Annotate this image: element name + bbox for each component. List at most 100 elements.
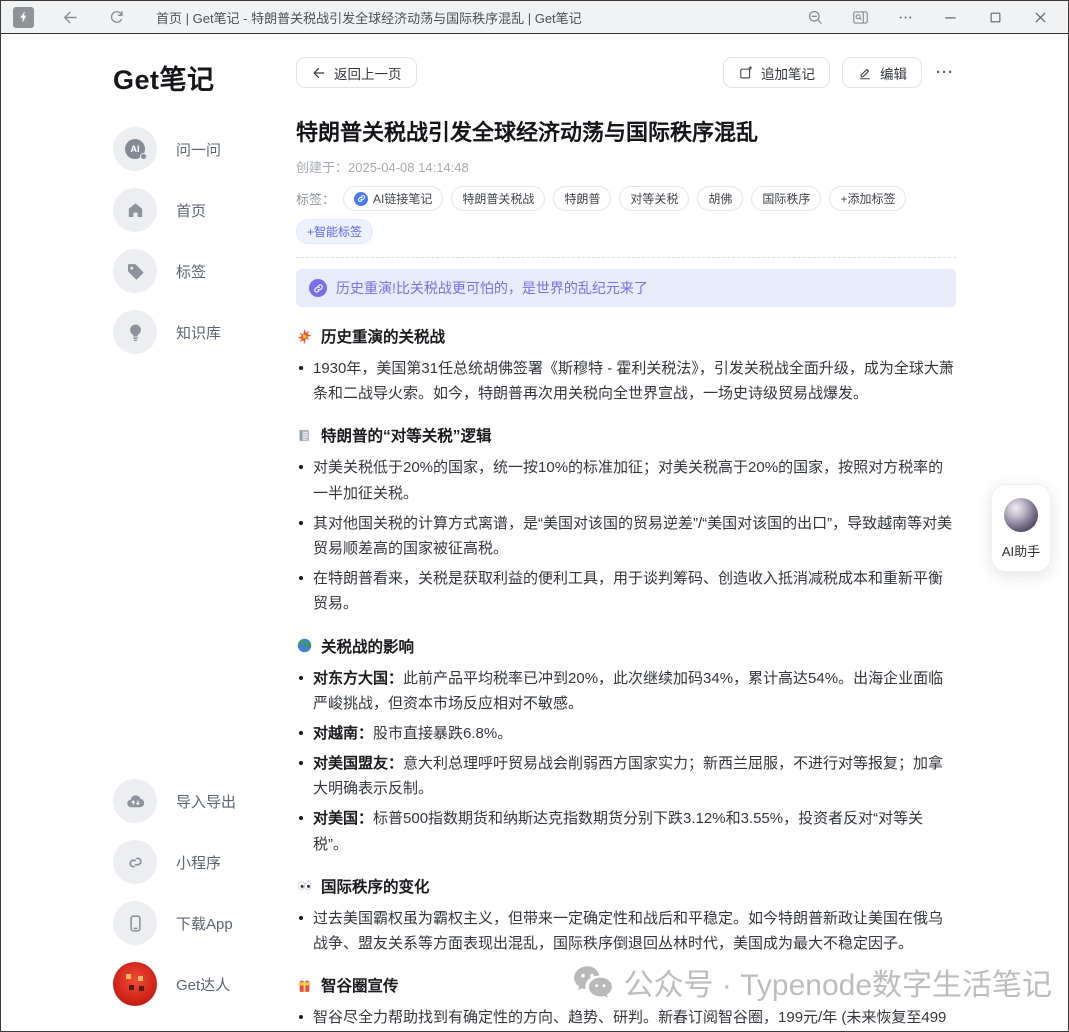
tag-label: 胡佛 bbox=[708, 190, 732, 207]
section-bullet-list: 对美关税低于20%的国家，统一按10%的标准加征；对美关税高于20%的国家，按照… bbox=[296, 455, 956, 616]
bullet-item: 1930年，美国第31任总统胡佛签署《斯穆特 - 霍利关税法》，引发关税战全面升… bbox=[296, 356, 956, 406]
sidebar-item-download-app[interactable]: 下载App bbox=[113, 901, 296, 945]
tags-label: 标签： bbox=[296, 189, 335, 208]
tag-label: 特朗普关税战 bbox=[462, 190, 534, 207]
append-note-label: 追加笔记 bbox=[761, 63, 815, 83]
bullet-lead: 对越南： bbox=[313, 725, 373, 742]
sidebar-item-label: 下载App bbox=[176, 913, 233, 934]
section-bullet-list: 过去美国霸权虽为霸权主义，但带来一定确定性和战后和平稳定。如今特朗普新政让美国在… bbox=[296, 906, 956, 956]
bullet-item: 对美关税低于20%的国家，统一按10%的标准加征；对美关税高于20%的国家，按照… bbox=[296, 455, 956, 505]
app-logo: Get笔记 bbox=[113, 58, 296, 97]
browser-titlebar: 首页 | Get笔记 - 特朗普关税战引发全球经济动荡与国际秩序混乱 | Get… bbox=[1, 1, 1068, 34]
tag-label: 国际秩序 bbox=[762, 190, 810, 207]
bullet-item: 其对他国关税的计算方式离谱，是“美国对该国的贸易逆差”/“美国对该国的出口”，导… bbox=[296, 511, 956, 561]
maximize-icon[interactable] bbox=[981, 4, 1009, 30]
bullet-text: 智谷尽全力帮助找到有确定性的方向、趋势、研判。新春订阅智谷圈，199元/年 (未… bbox=[313, 1009, 946, 1032]
back-to-previous-button[interactable]: 返回上一页 bbox=[296, 57, 417, 88]
section-header: 关税战的影响 bbox=[296, 635, 956, 657]
ai-assistant-label: AI助手 bbox=[1002, 541, 1040, 560]
sidebar-item-label: 小程序 bbox=[176, 852, 221, 873]
note-section: 历史重演的关税战 1930年，美国第31任总统胡佛签署《斯穆特 - 霍利关税法》，… bbox=[296, 325, 956, 406]
gift-icon bbox=[296, 977, 313, 994]
sidebar-item-mini-program[interactable]: 小程序 bbox=[113, 840, 296, 884]
created-timestamp: 2025-04-08 14:14:48 bbox=[348, 160, 469, 175]
section-title: 特朗普的“对等关税”逻辑 bbox=[321, 424, 492, 446]
titlebar-controls bbox=[801, 4, 1054, 30]
section-title: 关税战的影响 bbox=[321, 635, 414, 657]
sidebar-item-ask[interactable]: AI问一问 bbox=[113, 127, 296, 171]
tag-pill[interactable]: 国际秩序 bbox=[751, 186, 821, 211]
source-link-quote[interactable]: 历史重演!比关税战更可怕的，是世界的乱纪元来了 bbox=[296, 269, 956, 307]
dashed-divider bbox=[296, 257, 956, 258]
cloud-icon bbox=[113, 779, 157, 823]
tag-pill[interactable]: 胡佛 bbox=[697, 186, 743, 211]
section-title: 智谷圈宣传 bbox=[321, 974, 399, 996]
browser-more-icon[interactable] bbox=[891, 4, 919, 30]
section-title: 国际秩序的变化 bbox=[321, 875, 430, 897]
browser-refresh-button[interactable] bbox=[102, 4, 130, 30]
close-icon[interactable] bbox=[1026, 4, 1054, 30]
bullet-item: 对越南：股市直接暴跌6.8%。 bbox=[296, 721, 956, 746]
link-icon bbox=[354, 192, 368, 206]
bullet-item: 对美国盟友：意大利总理呼吁贸易战会削弱西方国家实力；新西兰屈服，不进行对等报复；… bbox=[296, 751, 956, 801]
zoom-out-icon[interactable] bbox=[801, 4, 829, 30]
edit-button-label: 编辑 bbox=[880, 63, 907, 83]
edit-button[interactable]: 编辑 bbox=[842, 57, 922, 88]
sidebar-item-label: 标签 bbox=[176, 261, 206, 282]
bullet-lead: 对美国盟友： bbox=[313, 755, 403, 772]
app-window: 首页 | Get笔记 - 特朗普关税战引发全球经济动荡与国际秩序混乱 | Get… bbox=[0, 0, 1069, 1032]
note-more-button[interactable]: ··· bbox=[934, 64, 956, 81]
sidebar-item-get-daren[interactable]: Get达人 bbox=[113, 962, 296, 1006]
search-panel-icon[interactable] bbox=[846, 4, 874, 30]
sidebar-item-tags[interactable]: 标签 bbox=[113, 249, 296, 293]
bullet-text: 其对他国关税的计算方式离谱，是“美国对该国的贸易逆差”/“美国对该国的出口”，导… bbox=[313, 515, 952, 557]
smart-tag-button[interactable]: +智能标签 bbox=[296, 219, 373, 244]
bullet-item: 对美国：标普500指数期货和纳斯达克指数期货分别下跌3.12%和3.55%，投资… bbox=[296, 806, 956, 856]
tag-pill[interactable]: 对等关税 bbox=[619, 186, 689, 211]
sidebar-item-knowledge-base[interactable]: 知识库 bbox=[113, 310, 296, 354]
note-toolbar: 返回上一页 追加笔记 编辑 ··· bbox=[296, 57, 956, 88]
browser-page-title: 首页 | Get笔记 - 特朗普关税战引发全球经济动荡与国际秩序混乱 | Get… bbox=[156, 8, 801, 27]
section-bullet-list: 1930年，美国第31任总统胡佛签署《斯穆特 - 霍利关税法》，引发关税战全面升… bbox=[296, 356, 956, 406]
bullet-lead: 对东方大国： bbox=[313, 670, 403, 687]
watermark: 公众号 · Typenode数字生活笔记 bbox=[572, 960, 1052, 1004]
append-note-button[interactable]: 追加笔记 bbox=[723, 57, 830, 88]
bullet-item: 对东方大国：此前产品平均税率已冲到20%，此次继续加码34%，累计高达54%。出… bbox=[296, 666, 956, 716]
tags-row: 标签： AI链接笔记 特朗普关税战 特朗普 对等关税 胡佛 国际秩序 +添加标签 +智能标… bbox=[296, 186, 956, 244]
browser-back-button[interactable] bbox=[56, 4, 84, 30]
bullet-text: 过去美国霸权虽为霸权主义，但带来一定确定性和战后和平稳定。如今特朗普新政让美国在… bbox=[313, 910, 943, 952]
sphere-icon bbox=[1004, 498, 1038, 532]
section-bullet-list: 对东方大国：此前产品平均税率已冲到20%，此次继续加码34%，累计高达54%。出… bbox=[296, 666, 956, 857]
tag-pill[interactable]: AI链接笔记 bbox=[343, 186, 443, 211]
note-section: 关税战的影响对东方大国：此前产品平均税率已冲到20%，此次继续加码34%，累计高… bbox=[296, 635, 956, 857]
tag-icon bbox=[113, 249, 157, 293]
bullet-item: 过去美国霸权虽为霸权主义，但带来一定确定性和战后和平稳定。如今特朗普新政让美国在… bbox=[296, 906, 956, 956]
watermark-text: 公众号 · Typenode数字生活笔记 bbox=[624, 960, 1052, 1004]
back-button-label: 返回上一页 bbox=[334, 63, 402, 83]
quote-text: 历史重演!比关税战更可怕的，是世界的乱纪元来了 bbox=[336, 278, 648, 298]
sidebar-item-home[interactable]: 首页 bbox=[113, 188, 296, 232]
note-title: 特朗普关税战引发全球经济动荡与国际秩序混乱 bbox=[296, 115, 956, 147]
sidebar-item-label: Get达人 bbox=[176, 974, 230, 995]
edit-pencil-icon bbox=[857, 65, 873, 81]
add-tag-button[interactable]: +添加标签 bbox=[829, 186, 906, 211]
note-section: 特朗普的“对等关税”逻辑对美关税低于20%的国家，统一按10%的标准加征；对美关… bbox=[296, 424, 956, 616]
getdaren-avatar bbox=[113, 962, 157, 1006]
bullet-text: 标普500指数期货和纳斯达克指数期货分别下跌3.12%和3.55%，投资者反对“… bbox=[313, 810, 923, 852]
section-header: 历史重演的关税战 bbox=[296, 325, 956, 347]
section-header: 特朗普的“对等关税”逻辑 bbox=[296, 424, 956, 446]
burst-icon bbox=[296, 328, 313, 345]
sidebar-item-import-export[interactable]: 导入导出 bbox=[113, 779, 296, 823]
wechat-icon bbox=[572, 964, 614, 1000]
sidebar-nav-top: AI问一问首页标签知识库 bbox=[113, 127, 296, 354]
bullet-text: 股市直接暴跌6.8%。 bbox=[373, 725, 512, 742]
sidebar-item-label: 知识库 bbox=[176, 322, 221, 343]
ai-assistant-button[interactable]: AI助手 bbox=[991, 484, 1051, 572]
tag-pill[interactable]: 特朗普 bbox=[553, 186, 611, 211]
append-note-icon bbox=[738, 65, 754, 81]
tag-label: AI链接笔记 bbox=[373, 190, 432, 207]
bullet-lead: 对美国： bbox=[313, 810, 373, 827]
minimize-icon[interactable] bbox=[936, 4, 964, 30]
tag-pill[interactable]: 特朗普关税战 bbox=[451, 186, 545, 211]
tag-label: 特朗普 bbox=[564, 190, 600, 207]
